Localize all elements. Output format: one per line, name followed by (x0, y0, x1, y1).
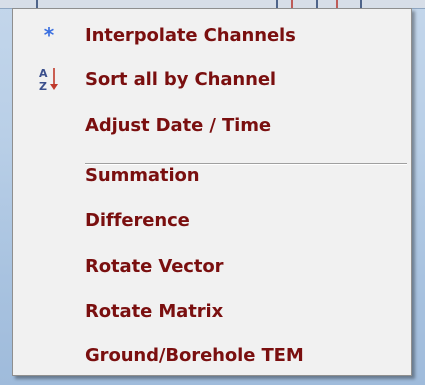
asterisk-icon: * (43, 23, 55, 47)
menu-item-label: Adjust Date / Time (85, 114, 272, 136)
background-tick (336, 0, 338, 8)
menu-item-label: Ground/Borehole TEM (85, 344, 304, 366)
menu-item-label: Interpolate Channels (85, 24, 296, 46)
background-tick (36, 0, 38, 8)
menu-item-label: Sort all by Channel (85, 68, 276, 90)
menu-item-sort-all-by-channel[interactable]: A Z Sort all by Channel (13, 57, 411, 101)
menu-item-adjust-date-time[interactable]: Adjust Date / Time (13, 103, 411, 147)
menu-item-label: Rotate Vector (85, 255, 224, 277)
menu-item-label: Summation (85, 164, 200, 186)
menu-item-rotate-vector[interactable]: Rotate Vector (13, 244, 411, 288)
sort-az-icon: A Z (13, 57, 85, 101)
menu-item-difference[interactable]: Difference (13, 198, 411, 242)
background-tick (291, 0, 293, 8)
menu-item-summation[interactable]: Summation (13, 153, 411, 197)
svg-text:Z: Z (39, 80, 47, 93)
context-menu: * Interpolate Channels A Z Sort all by C… (12, 8, 412, 376)
background-tick (276, 0, 278, 8)
svg-text:A: A (39, 67, 48, 80)
background-tick (360, 0, 362, 8)
menu-item-rotate-matrix[interactable]: Rotate Matrix (13, 289, 411, 333)
background-tick (316, 0, 318, 8)
menu-item-ground-borehole-tem[interactable]: Ground/Borehole TEM (13, 333, 411, 377)
menu-item-label: Rotate Matrix (85, 300, 224, 322)
menu-item-label: Difference (85, 209, 190, 231)
menu-item-interpolate-channels[interactable]: * Interpolate Channels (13, 13, 411, 57)
